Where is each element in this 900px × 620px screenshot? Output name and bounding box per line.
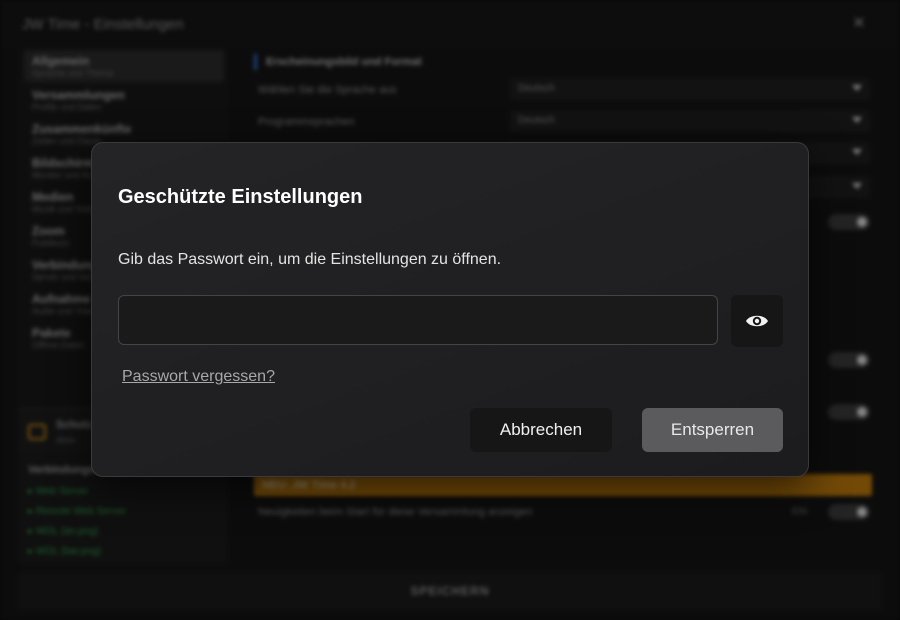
- dialog-title: Geschützte Einstellungen: [118, 186, 363, 208]
- unlock-button[interactable]: Entsperren: [642, 408, 783, 452]
- password-input[interactable]: [118, 295, 718, 345]
- forgot-password-link[interactable]: Passwort vergessen?: [122, 368, 275, 386]
- cancel-button[interactable]: Abbrechen: [470, 408, 612, 452]
- toggle-password-visibility-button[interactable]: [731, 295, 783, 347]
- dialog-message: Gib das Passwort ein, um die Einstellung…: [118, 251, 502, 268]
- eye-icon: [746, 315, 768, 327]
- protected-settings-dialog: Geschützte Einstellungen Gib das Passwor…: [91, 142, 809, 477]
